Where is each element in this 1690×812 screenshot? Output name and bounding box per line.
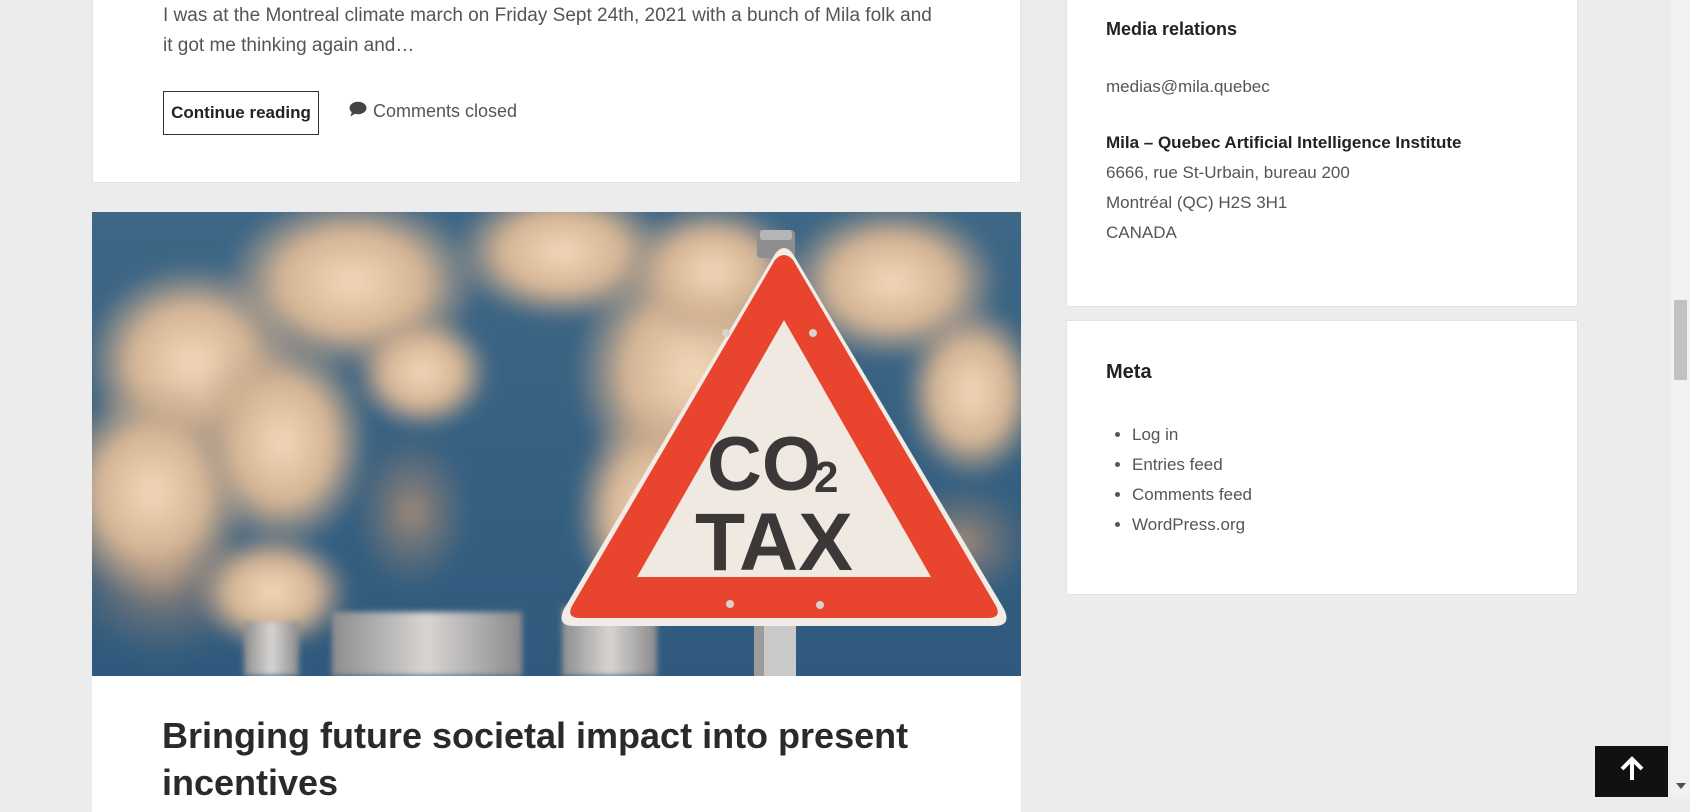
post-excerpt: I was at the Montreal climate march on F… [163, 5, 932, 56]
widget-title-meta: Meta [1106, 361, 1152, 383]
meta-link-comments-feed[interactable]: Comments feed [1132, 480, 1252, 510]
featured-image-co2-tax[interactable]: CO 2 TAX [92, 212, 1021, 676]
post-card-climate-march: I was at the Montreal climate march on F… [92, 0, 1021, 183]
address-line-2: Montréal (QC) H2S 3H1 [1106, 193, 1288, 212]
meta-links-list: Log in Entries feed Comments feed WordPr… [1106, 420, 1252, 540]
meta-link-wordpress-org[interactable]: WordPress.org [1132, 510, 1252, 540]
org-name-label: Mila – Quebec Artificial Intelligence In… [1106, 133, 1462, 152]
post-title[interactable]: Bringing future societal impact into pre… [162, 712, 942, 806]
widget-title-media: Media relations [1106, 19, 1238, 39]
arrow-up-icon [1619, 756, 1645, 787]
speech-bubble-icon [349, 101, 367, 122]
meta-link-entries-feed[interactable]: Entries feed [1132, 450, 1252, 480]
sign-text-tax: TAX [695, 497, 853, 588]
page-scrollbar[interactable] [1671, 0, 1690, 797]
comments-label: Comments closed [373, 101, 518, 121]
scrollbar-thumb[interactable] [1674, 300, 1687, 380]
widget-media-relations: Media relations medias@mila.quebec Mila … [1066, 0, 1578, 307]
comments-status: Comments closed [349, 101, 517, 122]
sign-text-subscript: 2 [814, 453, 838, 502]
scroll-down-arrow-icon[interactable] [1676, 783, 1686, 789]
meta-link-log-in[interactable]: Log in [1132, 420, 1252, 450]
post-card-societal-impact: CO 2 TAX Bringing future societal impact… [92, 212, 1021, 812]
back-to-top-button[interactable] [1595, 746, 1668, 797]
address-country: CANADA [1106, 223, 1177, 242]
media-email[interactable]: medias@mila.quebec [1106, 72, 1270, 102]
continue-reading-button[interactable]: Continue reading [163, 91, 319, 135]
address-line-1: 6666, rue St-Urbain, bureau 200 [1106, 163, 1350, 182]
org-name: Mila – Quebec Artificial Intelligence In… [1106, 128, 1462, 158]
widget-meta: Meta Log in Entries feed Comments feed W… [1066, 320, 1578, 595]
sign-text-co: CO [707, 422, 821, 507]
